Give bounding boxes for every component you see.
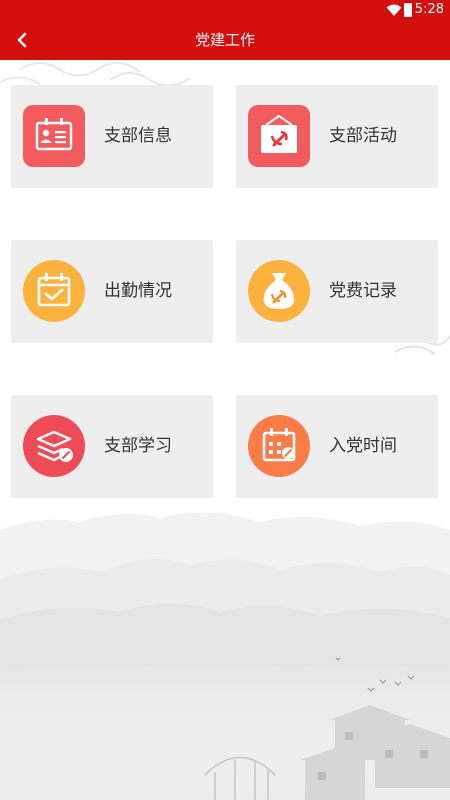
tile-join-date[interactable]: 入党时间	[236, 395, 438, 498]
status-time: 5:28	[414, 2, 444, 17]
id-card-icon	[23, 105, 85, 167]
battery-icon	[404, 3, 412, 17]
calendar-check-icon	[23, 260, 85, 322]
tile-label: 支部活动	[329, 126, 397, 146]
calendar-date-icon	[248, 415, 310, 477]
money-bag-icon	[248, 260, 310, 322]
tile-branch-info[interactable]: 支部信息	[11, 85, 213, 188]
tile-dues-record[interactable]: 党费记录	[236, 240, 438, 343]
study-books-icon	[23, 415, 85, 477]
tile-label: 支部信息	[104, 126, 172, 146]
tile-label: 支部学习	[104, 436, 172, 456]
tile-label: 出勤情况	[104, 281, 172, 301]
activity-sign-icon	[248, 105, 310, 167]
tile-branch-activity[interactable]: 支部活动	[236, 85, 438, 188]
tile-branch-study[interactable]: 支部学习	[11, 395, 213, 498]
tile-label: 党费记录	[329, 281, 397, 301]
page-title: 党建工作	[194, 31, 255, 49]
tile-attendance[interactable]: 出勤情况	[11, 240, 213, 343]
tile-label: 入党时间	[329, 436, 397, 456]
status-bar: 5:28	[0, 0, 450, 20]
app-bar: 党建工作	[0, 20, 450, 60]
wifi-icon	[386, 4, 402, 16]
